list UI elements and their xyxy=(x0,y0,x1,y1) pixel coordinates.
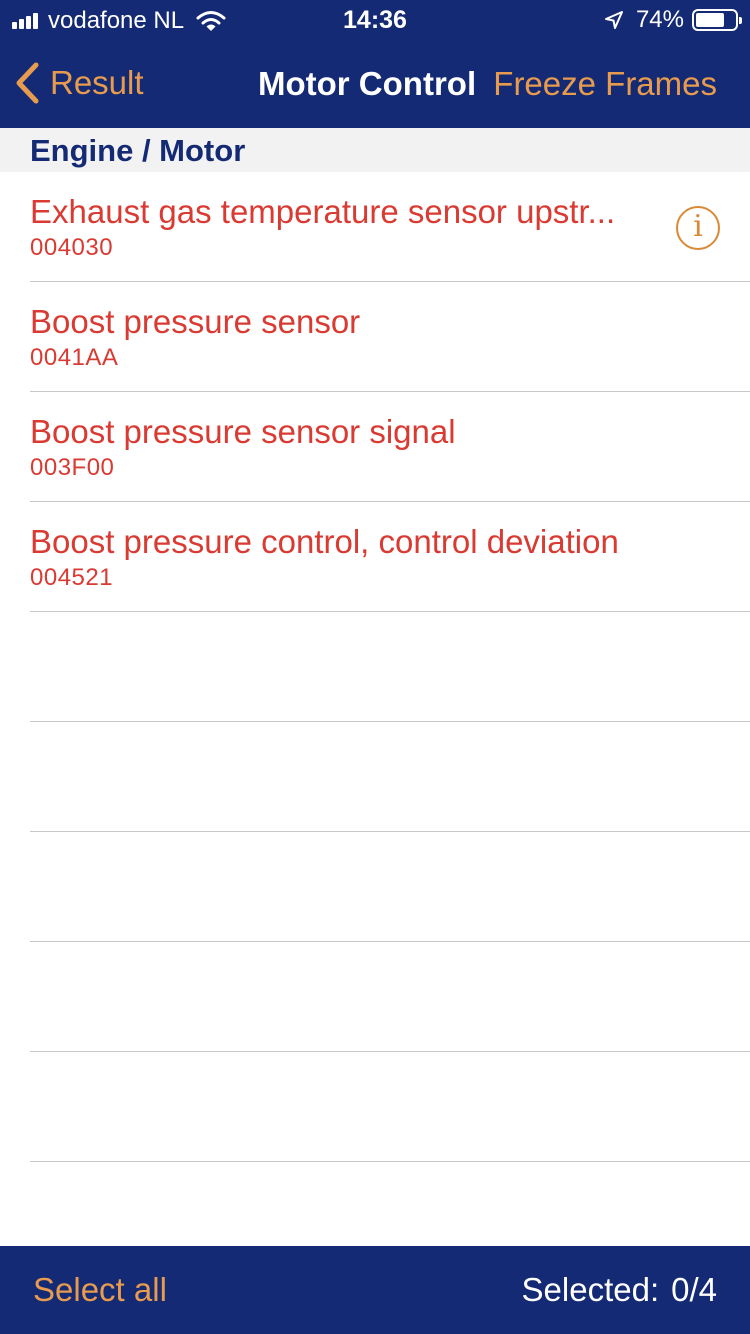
bottom-toolbar: Select all Selected: 0/4 xyxy=(0,1246,750,1334)
battery-fill xyxy=(696,13,724,27)
status-right: 74% xyxy=(604,6,742,33)
freeze-frames-button[interactable]: Freeze Frames xyxy=(493,64,717,104)
navigation-bar: Result Motor Control Freeze Frames xyxy=(0,40,750,128)
top-bar: vodafone NL 14:36 74% Result Motor Contr… xyxy=(0,0,750,128)
fault-list: Exhaust gas temperature sensor upstr... … xyxy=(0,172,750,1162)
row-separator xyxy=(30,1161,750,1162)
selected-label: Selected: xyxy=(521,1271,660,1308)
fault-row[interactable]: Exhaust gas temperature sensor upstr... … xyxy=(0,172,750,282)
battery-icon xyxy=(692,9,742,31)
fault-row[interactable]: Boost pressure sensor signal 003F00 xyxy=(0,392,750,502)
fault-row[interactable]: Boost pressure control, control deviatio… xyxy=(0,502,750,612)
empty-row xyxy=(0,1052,750,1162)
fault-code: 003F00 xyxy=(30,454,115,481)
chevron-left-icon xyxy=(16,62,39,104)
fault-code: 0041AA xyxy=(30,344,119,371)
fault-code: 004030 xyxy=(30,234,114,261)
empty-row xyxy=(0,942,750,1052)
fault-name: Boost pressure sensor xyxy=(30,303,361,340)
battery-nub xyxy=(739,17,742,24)
page-title: Motor Control xyxy=(258,65,477,102)
select-all-button[interactable]: Select all xyxy=(33,1270,167,1310)
empty-row xyxy=(0,722,750,832)
info-icon[interactable]: i xyxy=(676,206,720,250)
section-title: Engine / Motor xyxy=(30,133,246,168)
battery-percent: 74% xyxy=(635,6,684,33)
fault-name: Boost pressure sensor signal xyxy=(30,413,456,450)
screen: vodafone NL 14:36 74% Result Motor Contr… xyxy=(0,0,750,1334)
fault-code: 004521 xyxy=(30,564,114,591)
empty-row xyxy=(0,612,750,722)
back-button[interactable]: Result xyxy=(14,60,144,106)
section-header: Engine / Motor xyxy=(0,128,750,172)
fault-name: Exhaust gas temperature sensor upstr... xyxy=(30,193,616,230)
empty-row xyxy=(0,832,750,942)
status-bar: vodafone NL 14:36 74% xyxy=(0,0,750,40)
fault-name: Boost pressure control, control deviatio… xyxy=(30,523,619,560)
selected-count: 0/4 xyxy=(671,1271,717,1308)
location-arrow-icon xyxy=(604,11,623,29)
selection-counter: Selected: 0/4 xyxy=(522,1270,717,1310)
info-icon-glyph: i xyxy=(693,209,703,244)
fault-row[interactable]: Boost pressure sensor 0041AA xyxy=(0,282,750,392)
back-button-label: Result xyxy=(50,64,144,101)
